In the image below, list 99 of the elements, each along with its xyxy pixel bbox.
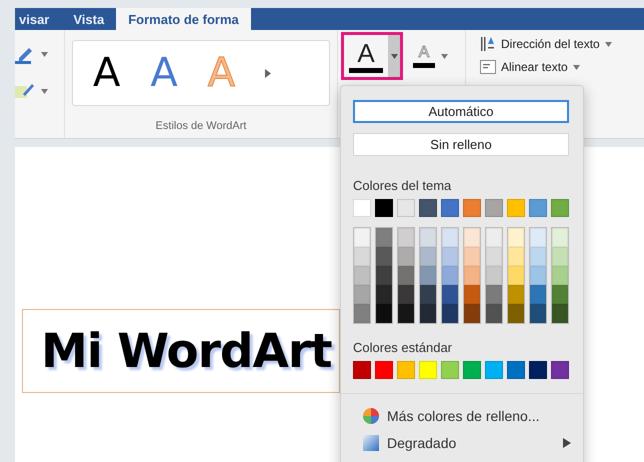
color-swatch[interactable] <box>442 304 458 323</box>
color-swatch[interactable] <box>354 266 370 285</box>
caret-icon <box>572 64 580 70</box>
section-title: Colores estándar <box>353 340 453 355</box>
color-swatch[interactable] <box>419 361 437 379</box>
color-swatch[interactable] <box>398 228 414 247</box>
color-swatch[interactable] <box>375 199 393 217</box>
text-direction-button[interactable]: Dirección del texto <box>480 36 612 52</box>
color-swatch[interactable] <box>552 266 568 285</box>
group-label: Estilos de WordArt <box>156 120 246 132</box>
color-swatch[interactable] <box>464 285 480 304</box>
wordart-text: Mi WordArt <box>41 324 332 378</box>
color-swatch[interactable] <box>508 304 524 323</box>
color-swatch[interactable] <box>376 285 392 304</box>
color-swatch[interactable] <box>441 199 459 217</box>
color-swatch[interactable] <box>464 247 480 266</box>
caret-icon <box>604 42 612 46</box>
color-swatch[interactable] <box>508 266 524 285</box>
text-fill-button[interactable]: A <box>341 32 403 80</box>
color-swatch[interactable] <box>398 247 414 266</box>
color-swatch[interactable] <box>376 228 392 247</box>
color-wheel-icon <box>363 408 379 424</box>
color-swatch[interactable] <box>464 228 480 247</box>
color-swatch[interactable] <box>551 199 569 217</box>
color-swatch[interactable] <box>552 228 568 247</box>
color-swatch[interactable] <box>353 361 371 379</box>
color-swatch[interactable] <box>530 285 546 304</box>
color-swatch[interactable] <box>376 304 392 323</box>
submenu-arrow-icon <box>563 438 571 448</box>
caret-icon <box>390 54 398 58</box>
color-swatch[interactable] <box>508 228 524 247</box>
color-swatch[interactable] <box>552 247 568 266</box>
color-swatch[interactable] <box>442 228 458 247</box>
align-text-icon <box>480 60 496 74</box>
color-swatch[interactable] <box>420 304 436 323</box>
color-swatch[interactable] <box>464 304 480 323</box>
gradient-icon <box>363 434 379 450</box>
color-swatch[interactable] <box>397 361 415 379</box>
color-swatch[interactable] <box>376 266 392 285</box>
color-swatch[interactable] <box>552 304 568 323</box>
color-swatch[interactable] <box>376 247 392 266</box>
color-swatch[interactable] <box>398 304 414 323</box>
wordart-style[interactable]: A <box>93 50 120 96</box>
color-swatch[interactable] <box>375 361 393 379</box>
paint-icon[interactable] <box>15 82 35 100</box>
color-swatch[interactable] <box>354 228 370 247</box>
align-text-button[interactable]: Alinear texto <box>480 60 612 74</box>
ribbon-tab[interactable]: visar <box>7 8 62 30</box>
color-swatch[interactable] <box>398 285 414 304</box>
ribbon-tab[interactable]: Vista <box>61 8 116 30</box>
color-swatch[interactable] <box>464 266 480 285</box>
color-swatch[interactable] <box>420 247 436 266</box>
text-direction-icon <box>480 36 496 52</box>
color-swatch[interactable] <box>441 361 459 379</box>
color-swatch[interactable] <box>442 285 458 304</box>
color-swatch[interactable] <box>485 361 503 379</box>
caret-icon <box>41 52 48 56</box>
color-swatch[interactable] <box>507 361 525 379</box>
color-swatch[interactable] <box>442 247 458 266</box>
color-swatch[interactable] <box>353 199 371 217</box>
color-swatch[interactable] <box>420 266 436 285</box>
color-swatch[interactable] <box>551 361 569 379</box>
caret-icon <box>441 54 448 58</box>
color-swatch[interactable] <box>442 266 458 285</box>
no-fill-option[interactable]: Sin relleno <box>353 133 569 156</box>
color-swatch[interactable] <box>529 199 547 217</box>
color-swatch[interactable] <box>354 285 370 304</box>
color-swatch[interactable] <box>486 285 502 304</box>
more-arrow-icon[interactable] <box>265 68 272 78</box>
wordart-style[interactable]: A <box>150 50 178 96</box>
caret-icon <box>41 88 48 94</box>
color-swatch[interactable] <box>530 228 546 247</box>
color-swatch[interactable] <box>486 266 502 285</box>
color-swatch[interactable] <box>354 247 370 266</box>
color-swatch[interactable] <box>419 199 437 217</box>
color-swatch[interactable] <box>486 304 502 323</box>
color-swatch[interactable] <box>508 285 524 304</box>
color-swatch[interactable] <box>398 266 414 285</box>
color-swatch[interactable] <box>354 304 370 323</box>
ribbon-tab[interactable]: Formato de forma <box>116 8 251 30</box>
color-swatch[interactable] <box>397 199 415 217</box>
color-swatch[interactable] <box>507 199 525 217</box>
color-swatch[interactable] <box>420 285 436 304</box>
color-swatch[interactable] <box>529 361 547 379</box>
menu-item[interactable]: Degradado <box>353 429 571 456</box>
color-swatch[interactable] <box>508 247 524 266</box>
color-swatch[interactable] <box>463 361 481 379</box>
color-swatch[interactable] <box>420 228 436 247</box>
section-title: Colores del tema <box>353 178 452 193</box>
color-swatch[interactable] <box>485 199 503 217</box>
color-swatch[interactable] <box>552 285 568 304</box>
color-swatch[interactable] <box>486 228 502 247</box>
color-swatch[interactable] <box>530 304 546 323</box>
color-swatch[interactable] <box>530 247 546 266</box>
color-swatch[interactable] <box>463 199 481 217</box>
automatic-option[interactable]: Automático <box>353 100 569 123</box>
color-swatch[interactable] <box>486 247 502 266</box>
menu-item[interactable]: Más colores de relleno... <box>353 402 571 429</box>
color-swatch[interactable] <box>530 266 546 285</box>
